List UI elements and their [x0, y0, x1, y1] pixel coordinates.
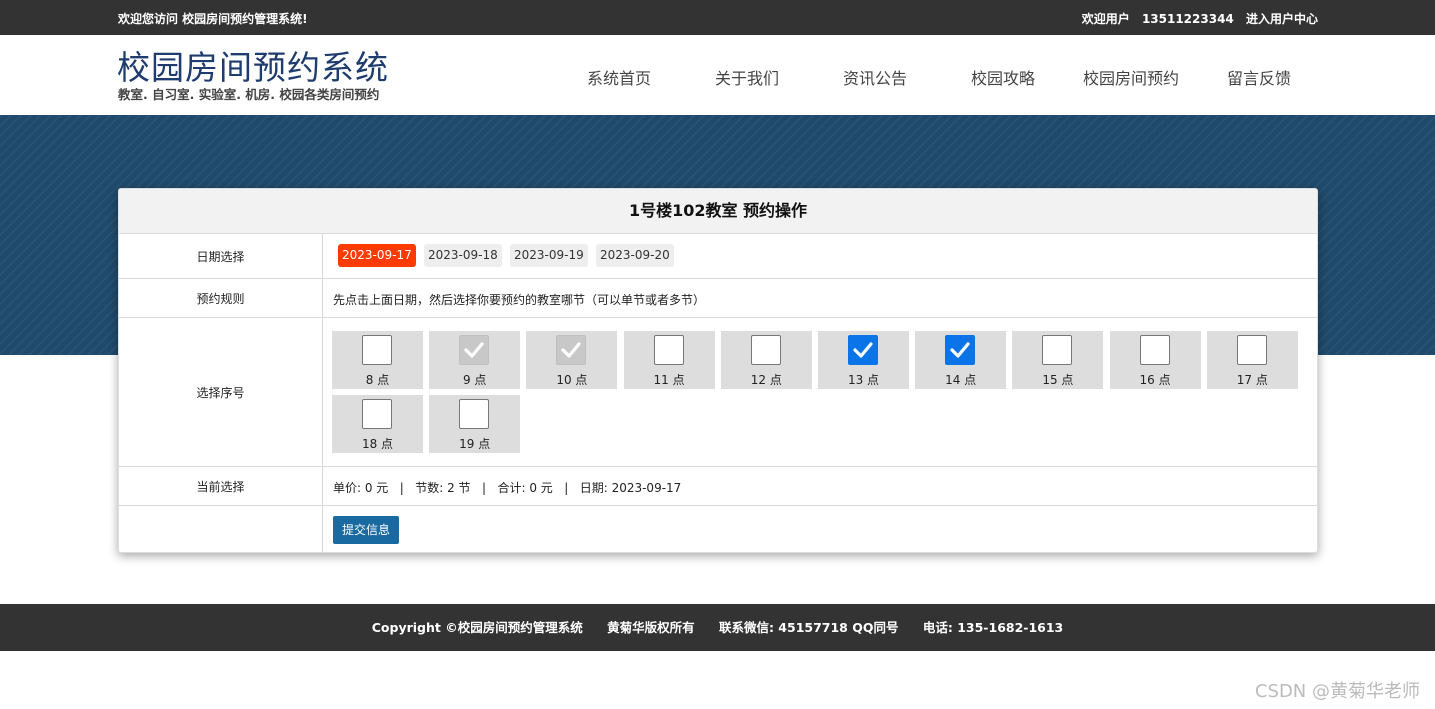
slot-checkbox[interactable] [945, 335, 976, 365]
time-slot: 10 点 [526, 331, 618, 389]
nav-item-about[interactable]: 关于我们 [683, 65, 811, 89]
slot-checkbox [556, 335, 587, 365]
slot-checkbox[interactable] [362, 399, 392, 429]
user-phone: 13511223344 [1141, 12, 1234, 26]
date-option-active[interactable]: 2023-09-17 [338, 244, 416, 267]
slot-label: 10 点 [556, 373, 588, 387]
time-slot[interactable]: 15 点 [1012, 331, 1104, 389]
booking-panel: 1号楼102教室 预约操作 日期选择 2023-09-17 2023-09-18… [118, 188, 1318, 553]
slot-label: 8 点 [365, 373, 390, 387]
slot-checkbox[interactable] [653, 335, 684, 365]
site-footer: Copyright ©校园房间预约管理系统 黄菊华版权所有 联系微信: 4515… [0, 604, 1435, 651]
rule-row: 预约规则 先点击上面日期，然后选择你要预约的教室哪节（可以单节或者多节） [119, 279, 1317, 318]
current-label: 当前选择 [119, 467, 323, 505]
date-label: 日期选择 [119, 234, 323, 278]
submit-row-label [119, 506, 323, 552]
nav-item-guide[interactable]: 校园攻略 [939, 65, 1067, 89]
watermark: CSDN @黄菊华老师 [1254, 681, 1420, 702]
slot-checkbox[interactable] [1042, 335, 1073, 365]
slot-checkbox[interactable] [1236, 335, 1267, 365]
slot-label: 9 点 [462, 373, 487, 387]
welcome-text: 欢迎您访问 校园房间预约管理系统! [118, 12, 308, 26]
site-header: 校园房间预约系统 教室. 自习室. 实验室. 机房. 校园各类房间预约 系统首页… [0, 35, 1435, 115]
slots-row: 选择序号 8 点 9 点 10 点 11 点 12 点 13 点 14 点 15 点 16 点 1… [119, 318, 1317, 467]
slot-label: 14 点 [945, 373, 977, 387]
slot-checkbox[interactable] [362, 335, 392, 365]
nav-item-feedback[interactable]: 留言反馈 [1195, 65, 1323, 89]
time-slot[interactable]: 14 点 [915, 331, 1007, 389]
nav-item-home[interactable]: 系统首页 [555, 65, 683, 89]
time-slot[interactable]: 13 点 [818, 331, 909, 389]
slot-label: 15 点 [1042, 373, 1074, 387]
slot-label: 13 点 [847, 373, 880, 387]
panel-title: 1号楼102教室 预约操作 [119, 189, 1317, 234]
date-options: 2023-09-17 2023-09-18 2023-09-19 2023-09… [333, 234, 1307, 278]
main-nav: 系统首页 关于我们 资讯公告 校园攻略 校园房间预约 留言反馈 [0, 65, 1435, 89]
check-icon [464, 342, 484, 358]
submit-button[interactable]: 提交信息 [333, 516, 400, 544]
current-row: 当前选择 单价: 0 元 | 节数: 2 节 | 合计: 0 元 | 日期: 2… [119, 467, 1317, 506]
date-option[interactable]: 2023-09-20 [596, 244, 674, 267]
time-slot[interactable]: 17 点 [1206, 331, 1298, 389]
slot-label: 11 点 [653, 373, 685, 387]
footer-phone: 电话: 135-1682-1613 [922, 620, 1064, 635]
user-info: 欢迎用户 13511223344 进入用户中心 [1074, 10, 1318, 27]
time-slot: 9 点 [429, 331, 521, 389]
slot-label: 17 点 [1236, 373, 1268, 387]
footer-wechat: 联系微信: 45157718 QQ同号 [718, 620, 899, 635]
check-icon [950, 342, 970, 358]
current-summary: 单价: 0 元 | 节数: 2 节 | 合计: 0 元 | 日期: 2023-0… [333, 481, 682, 495]
time-slot[interactable]: 19 点 [429, 395, 521, 453]
slot-checkbox [459, 335, 490, 365]
slot-checkbox[interactable] [1139, 335, 1170, 365]
footer-owner: 黄菊华版权所有 [607, 620, 695, 635]
slot-label: 12 点 [750, 373, 782, 387]
time-slot[interactable]: 8 点 [332, 331, 423, 389]
check-icon [561, 342, 581, 358]
time-slot[interactable]: 12 点 [720, 331, 812, 389]
slot-grid: 8 点 9 点 10 点 11 点 12 点 13 点 14 点 15 点 16 点 17 点 18… [332, 318, 1307, 466]
date-option[interactable]: 2023-09-19 [510, 244, 588, 267]
nav-item-news[interactable]: 资讯公告 [811, 65, 939, 89]
user-center-link[interactable]: 进入用户中心 [1246, 12, 1318, 26]
rule-label: 预约规则 [119, 279, 323, 317]
slot-checkbox[interactable] [459, 399, 490, 429]
time-slot[interactable]: 18 点 [332, 395, 423, 453]
time-slot[interactable]: 16 点 [1109, 331, 1201, 389]
footer-copyright: Copyright ©校园房间预约管理系统 [371, 620, 583, 635]
nav-item-booking[interactable]: 校园房间预约 [1067, 65, 1195, 89]
top-bar: 欢迎您访问 校园房间预约管理系统! 欢迎用户 13511223344 进入用户中… [0, 0, 1435, 35]
submit-row: 提交信息 [119, 506, 1317, 552]
date-row: 日期选择 2023-09-17 2023-09-18 2023-09-19 20… [119, 234, 1317, 279]
date-option[interactable]: 2023-09-18 [424, 244, 502, 267]
slot-label: 19 点 [459, 437, 491, 451]
slot-label: 18 点 [361, 437, 394, 451]
check-icon [853, 342, 873, 358]
rule-text: 先点击上面日期，然后选择你要预约的教室哪节（可以单节或者多节） [333, 293, 706, 307]
slot-checkbox[interactable] [848, 335, 878, 365]
time-slot[interactable]: 11 点 [623, 331, 715, 389]
slot-label: 16 点 [1139, 373, 1171, 387]
user-label: 欢迎用户 [1081, 12, 1130, 26]
slots-label: 选择序号 [119, 318, 323, 466]
slot-checkbox[interactable] [750, 335, 781, 365]
